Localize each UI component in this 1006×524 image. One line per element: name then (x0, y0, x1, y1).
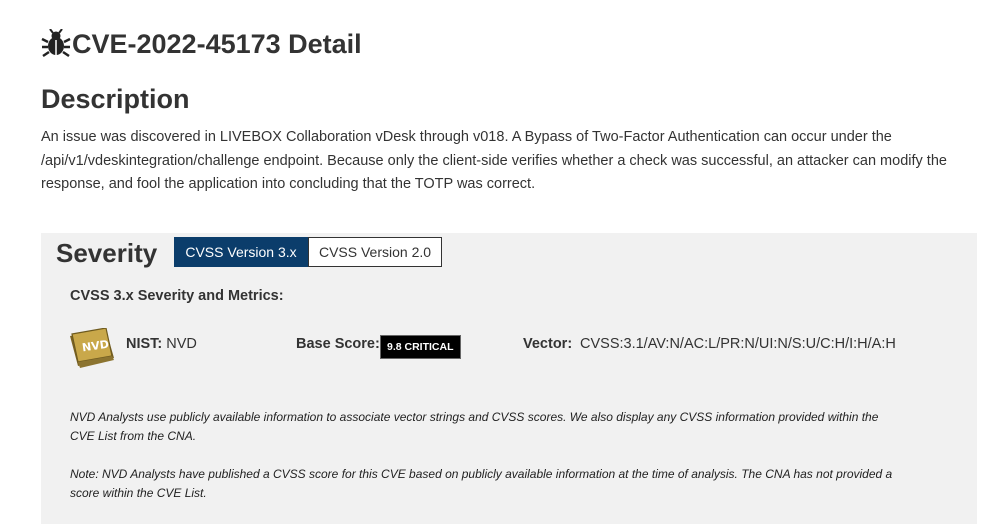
cna-note: Note: NVD Analysts have published a CVSS… (70, 467, 893, 500)
severity-panel: Severity CVSS Version 3.x CVSS Version 2… (41, 233, 977, 524)
nist-label: NIST: (126, 336, 163, 352)
tab-cvss-v3[interactable]: CVSS Version 3.x (174, 237, 308, 267)
base-score-label: Base Score: (296, 336, 380, 352)
title-row: CVE-2022-45173 Detail (41, 24, 362, 64)
bug-icon (41, 28, 71, 59)
severity-heading: Severity (56, 238, 158, 268)
analyst-note: NVD Analysts use publicly available info… (70, 410, 879, 443)
base-score-badge[interactable]: 9.8 CRITICAL (380, 335, 461, 359)
nvd-logo-icon: NVD (68, 327, 118, 370)
page: CVE-2022-45173 Detail Description An iss… (0, 0, 1006, 524)
vector-value: CVSS:3.1/AV:N/AC:L/PR:N/UI:N/S:U/C:H/I:H… (580, 336, 896, 352)
metrics-heading: CVSS 3.x Severity and Metrics: (70, 288, 284, 304)
description-text: An issue was discovered in LIVEBOX Colla… (41, 129, 947, 192)
nist-value: NVD (166, 336, 197, 352)
tab-cvss-v2[interactable]: CVSS Version 2.0 (308, 237, 442, 267)
page-title: CVE-2022-45173 Detail (72, 28, 362, 59)
description-heading: Description (41, 84, 190, 114)
nist-source: NIST: NVD (126, 336, 197, 352)
vector-label: Vector: (523, 336, 573, 352)
